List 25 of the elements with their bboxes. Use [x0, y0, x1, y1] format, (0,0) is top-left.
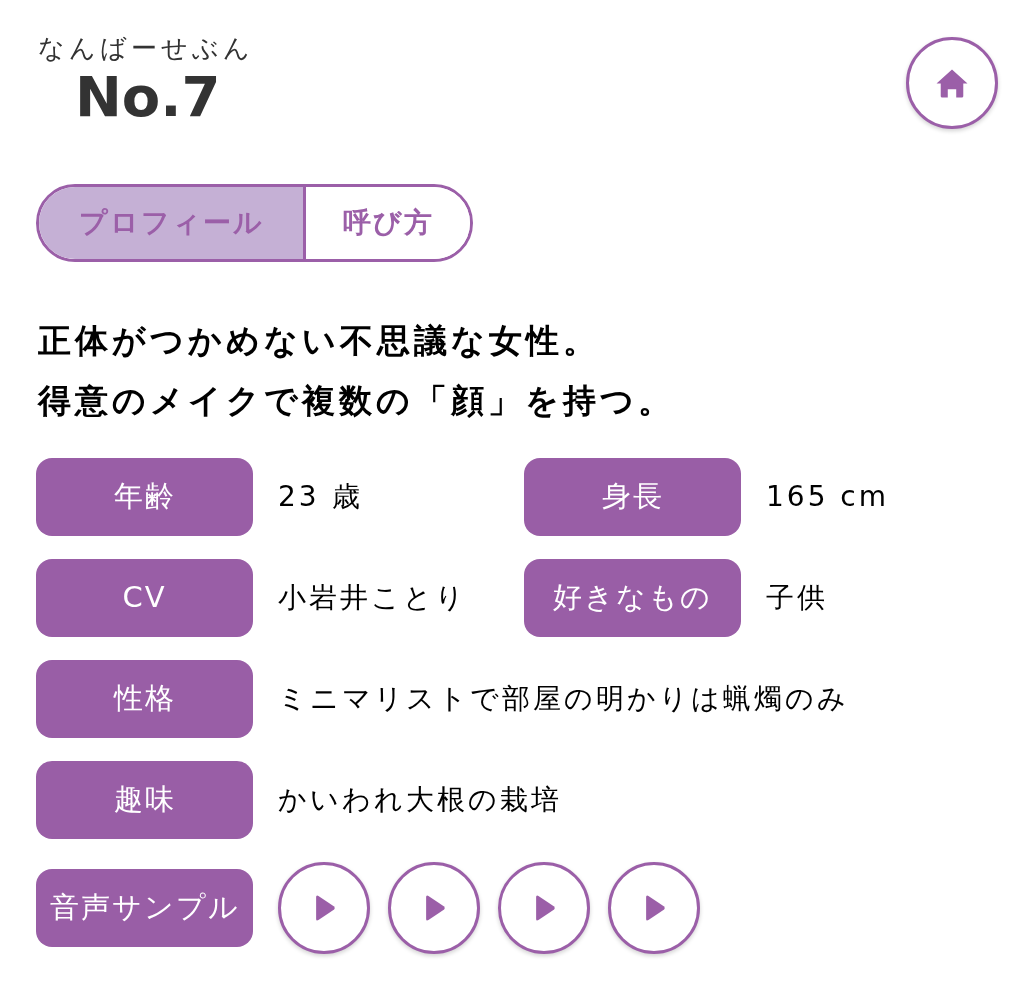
- field-value: 子供: [766, 580, 828, 616]
- field-value: 小岩井ことり: [278, 580, 467, 616]
- play-button[interactable]: [278, 862, 370, 954]
- home-icon: [935, 67, 969, 99]
- field-label: 性格: [36, 660, 253, 738]
- home-button[interactable]: [906, 37, 998, 129]
- number-reading: なんばーせぶん: [38, 32, 254, 65]
- field-label: CV: [36, 559, 253, 637]
- field-label: 趣味: [36, 761, 253, 839]
- tab[interactable]: プロフィール: [39, 187, 303, 259]
- field-value: 23 歳: [278, 479, 363, 515]
- play-button[interactable]: [608, 862, 700, 954]
- field-label: 身長: [524, 458, 741, 536]
- play-button[interactable]: [498, 862, 590, 954]
- description-text: 得意のメイクで複数の「顔」を持つ。: [38, 380, 675, 422]
- description-text: 正体がつかめない不思議な女性。: [38, 320, 600, 362]
- tab[interactable]: 呼び方: [303, 187, 470, 259]
- field-value: かいわれ大根の栽培: [278, 782, 562, 818]
- field-value: ミニマリストで部屋の明かりは蝋燭のみ: [278, 681, 849, 717]
- field-value: 165 cm: [766, 479, 889, 515]
- field-label: 年齢: [36, 458, 253, 536]
- field-label: 好きなもの: [524, 559, 741, 637]
- field-label: 音声サンプル: [36, 869, 253, 947]
- number-heading: No.7: [75, 66, 221, 128]
- play-button[interactable]: [388, 862, 480, 954]
